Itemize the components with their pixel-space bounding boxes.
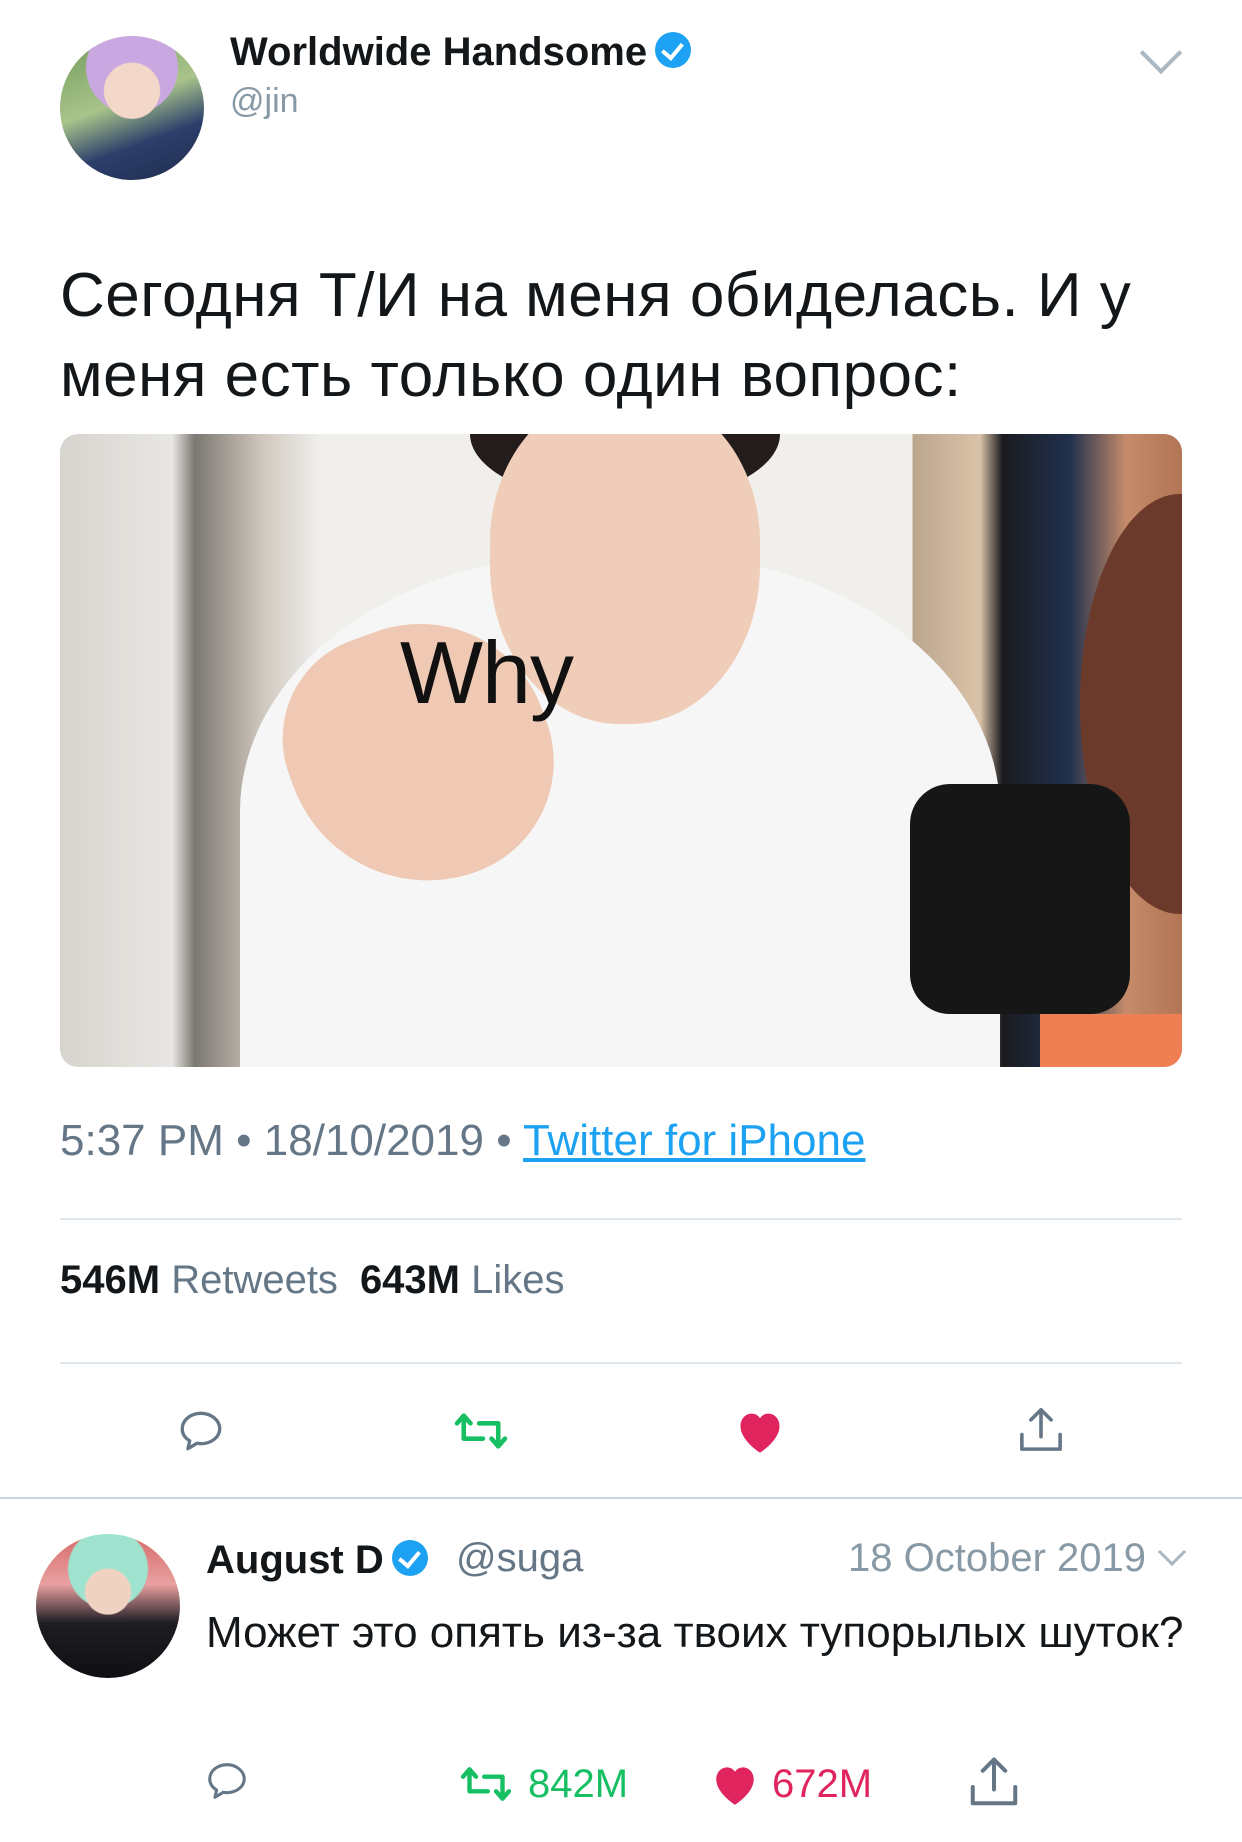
reply-author-avatar[interactable] bbox=[36, 1534, 180, 1678]
meta-separator: • bbox=[496, 1116, 512, 1165]
verified-badge-icon bbox=[391, 1540, 428, 1577]
share-icon[interactable] bbox=[1014, 1402, 1068, 1458]
heart-icon[interactable] bbox=[710, 1760, 760, 1808]
reply-bubble-icon[interactable] bbox=[204, 1758, 250, 1804]
retweets-label: Retweets bbox=[171, 1258, 338, 1302]
media-caption: Why bbox=[400, 623, 574, 722]
tweet-media-image[interactable]: Why bbox=[60, 434, 1182, 1067]
section-divider bbox=[0, 1497, 1242, 1499]
tweet-source-link[interactable]: Twitter for iPhone bbox=[523, 1116, 865, 1165]
reply-like-count: 672M bbox=[772, 1762, 873, 1806]
retweets-stat[interactable]: 546M Retweets bbox=[60, 1258, 338, 1302]
reply-bubble-icon[interactable] bbox=[176, 1406, 226, 1456]
tweet-text: Сегодня Т/И на меня обиделась. И у меня … bbox=[60, 261, 1132, 410]
author-avatar[interactable] bbox=[60, 36, 204, 180]
likes-label: Likes bbox=[471, 1258, 565, 1302]
chevron-down-icon[interactable] bbox=[1157, 1537, 1187, 1567]
reply-author-name-row[interactable]: August D bbox=[206, 1538, 428, 1583]
reply-author-handle[interactable]: @suga bbox=[456, 1536, 583, 1581]
divider bbox=[60, 1362, 1182, 1364]
tweet-stats: 546M Retweets 643M Likes bbox=[60, 1258, 565, 1303]
reply-author-name[interactable]: August D bbox=[206, 1538, 384, 1582]
heart-icon[interactable] bbox=[734, 1406, 786, 1456]
reply-retweet-count: 842M bbox=[528, 1762, 629, 1806]
tweet-date: 18/10/2019 bbox=[263, 1116, 484, 1165]
tweet-time: 5:37 PM bbox=[60, 1116, 224, 1165]
likes-count: 643M bbox=[359, 1258, 460, 1302]
share-icon[interactable] bbox=[964, 1752, 1024, 1812]
meta-separator: • bbox=[236, 1116, 252, 1165]
divider bbox=[60, 1218, 1182, 1220]
author-name[interactable]: Worldwide Handsome bbox=[230, 30, 647, 74]
tweet-meta: 5:37 PM • 18/10/2019 • Twitter for iPhon… bbox=[60, 1116, 865, 1166]
retweets-count: 546M bbox=[60, 1258, 161, 1302]
media-chair bbox=[910, 784, 1130, 1014]
author-handle[interactable]: @jin bbox=[230, 82, 299, 121]
author-name-row[interactable]: Worldwide Handsome bbox=[230, 30, 692, 75]
verified-badge-icon bbox=[655, 32, 692, 69]
reply-text: Может это опять из-за твоих тупорылых шу… bbox=[206, 1608, 1184, 1657]
likes-stat[interactable]: 643M Likes bbox=[360, 1258, 565, 1302]
reply-date: 18 October 2019 bbox=[848, 1536, 1146, 1580]
retweet-icon[interactable] bbox=[452, 1408, 510, 1454]
retweet-icon[interactable] bbox=[458, 1762, 514, 1806]
media-friend-shirt bbox=[1040, 1014, 1182, 1067]
chevron-down-icon[interactable] bbox=[1139, 31, 1183, 75]
